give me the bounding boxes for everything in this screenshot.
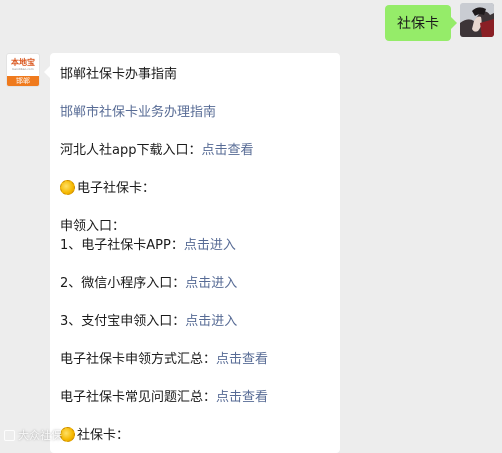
apply-item-label: 2、微信小程序入口：	[60, 276, 186, 291]
watermark-icon	[4, 429, 15, 441]
card-heading: 社保卡：	[77, 428, 130, 443]
app-download-label: 河北人社app下载入口：	[60, 143, 202, 158]
watermark-text: 大众社保	[18, 429, 62, 442]
sun-emoji-icon	[60, 427, 75, 442]
apply-alipay-link[interactable]: 点击进入	[185, 314, 237, 329]
watermark: 大众社保	[4, 427, 62, 443]
outgoing-message-bubble[interactable]: 社保卡	[385, 5, 457, 41]
incoming-message-bubble: 邯郸社保卡办事指南 邯郸市社保卡业务办理指南 河北人社app下载入口：点击查看 …	[44, 53, 340, 453]
user-avatar-image	[460, 3, 494, 37]
apply-heading: 申领入口：	[60, 219, 126, 234]
app-download-link[interactable]: 点击查看	[201, 143, 253, 158]
bot-avatar-city: 邯郸	[7, 76, 39, 86]
user-avatar[interactable]	[460, 3, 494, 37]
apply-item: 2、微信小程序入口：点击进入	[60, 274, 330, 293]
guide-link[interactable]: 邯郸市社保卡业务办理指南	[60, 105, 216, 120]
apply-app-link[interactable]: 点击进入	[184, 238, 236, 253]
apply-item: 3、支付宝申领入口：点击进入	[60, 312, 330, 331]
ecard-heading: 电子社保卡：	[77, 181, 156, 196]
outgoing-message-text: 社保卡	[397, 16, 439, 32]
bot-avatar[interactable]: 本地宝 bendibao.com 邯郸	[6, 53, 40, 87]
apply-item-label: 3、支付宝申领入口：	[60, 314, 186, 329]
sun-emoji-icon	[60, 180, 75, 195]
bot-avatar-brand: 本地宝	[11, 58, 35, 67]
apply-wechat-link[interactable]: 点击进入	[185, 276, 237, 291]
faq-label: 电子社保卡常见问题汇总：	[60, 390, 217, 405]
methods-label: 电子社保卡申领方式汇总：	[60, 352, 217, 367]
faq-link[interactable]: 点击查看	[216, 390, 268, 405]
apply-item: 1、电子社保卡APP：点击进入	[60, 236, 330, 255]
methods-link[interactable]: 点击查看	[216, 352, 268, 367]
reply-title: 邯郸社保卡办事指南	[60, 67, 178, 82]
bot-avatar-sub: bendibao.com	[12, 67, 34, 71]
outgoing-message-row: 社保卡	[385, 3, 494, 41]
apply-item-label: 1、电子社保卡APP：	[60, 238, 184, 253]
